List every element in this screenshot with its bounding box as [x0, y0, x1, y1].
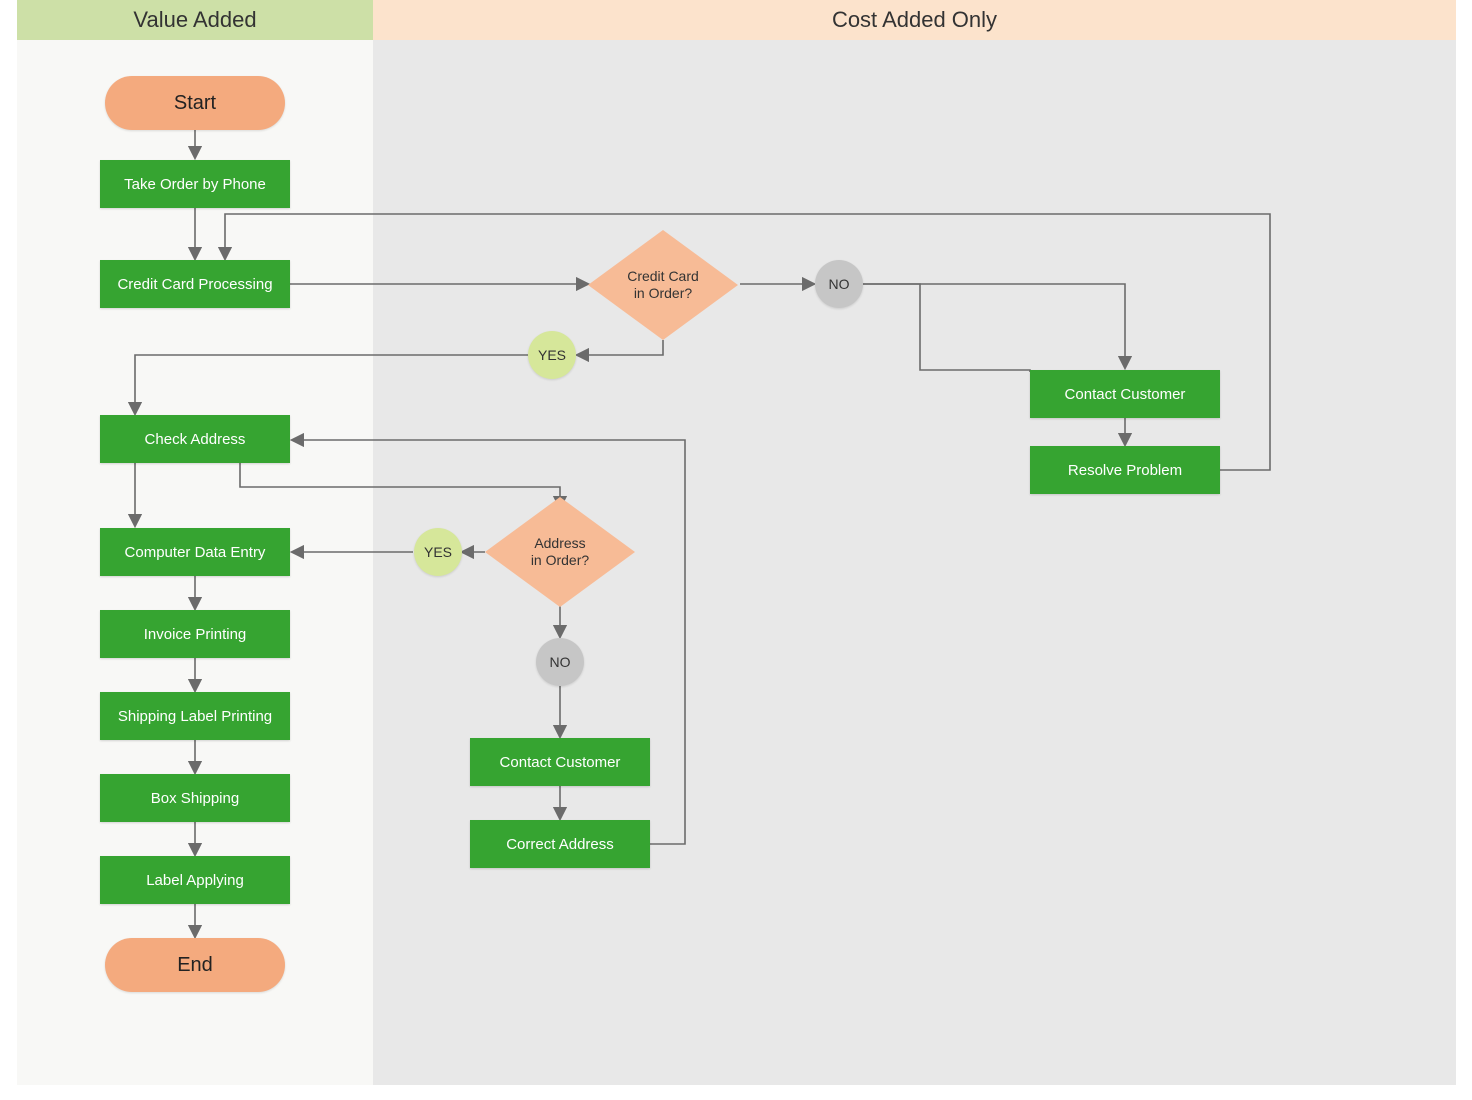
process-contact-customer-cc: Contact Customer — [1030, 370, 1220, 418]
decision-label: Address — [534, 535, 585, 551]
process-shipping-label-printing: Shipping Label Printing — [100, 692, 290, 740]
decision-address: Addressin Order? — [485, 497, 635, 607]
process-correct-address: Correct Address — [470, 820, 650, 868]
process-box-shipping: Box Shipping — [100, 774, 290, 822]
flowchart-canvas: Value Added Cost Added Only — [0, 0, 1472, 1100]
decision-label: in Order? — [531, 552, 589, 568]
process-check-address: Check Address — [100, 415, 290, 463]
lane-header-value-added: Value Added — [17, 0, 373, 40]
process-take-order: Take Order by Phone — [100, 160, 290, 208]
branch-no-cc: NO — [815, 260, 863, 308]
branch-yes-cc: YES — [528, 331, 576, 379]
process-invoice-printing: Invoice Printing — [100, 610, 290, 658]
process-contact-customer-addr: Contact Customer — [470, 738, 650, 786]
decision-label: Credit Card — [627, 268, 699, 284]
process-label-applying: Label Applying — [100, 856, 290, 904]
lane-header-cost-added: Cost Added Only — [373, 0, 1456, 40]
decision-credit-card: Credit Cardin Order? — [588, 230, 738, 340]
decision-label: in Order? — [634, 285, 692, 301]
process-data-entry: Computer Data Entry — [100, 528, 290, 576]
start-terminator: Start — [105, 76, 285, 130]
branch-no-addr: NO — [536, 638, 584, 686]
process-cc-processing: Credit Card Processing — [100, 260, 290, 308]
process-resolve-problem: Resolve Problem — [1030, 446, 1220, 494]
branch-yes-addr: YES — [414, 528, 462, 576]
end-terminator: End — [105, 938, 285, 992]
